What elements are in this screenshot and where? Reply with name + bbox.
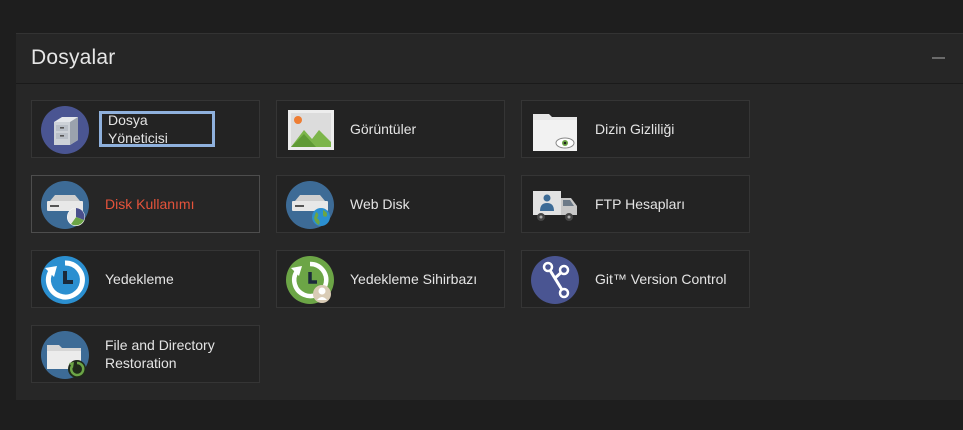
tile-ftp-accounts[interactable]: FTP Hesapları (521, 175, 750, 233)
tile-label: FTP Hesapları (595, 196, 685, 212)
tile-file-manager[interactable]: Dosya Yöneticisi (31, 100, 260, 158)
disk-usage-icon (41, 181, 89, 229)
tile-label: Yedekleme Sihirbazı (350, 271, 478, 287)
tile-directory-privacy[interactable]: Dizin Gizliliği (521, 100, 750, 158)
tile-label: File and Directory Restoration (105, 337, 215, 371)
tile-file-directory-restoration[interactable]: File and Directory Restoration (31, 325, 260, 383)
images-icon (286, 106, 334, 154)
tile-backup-wizard[interactable]: Yedekleme Sihirbazı (276, 250, 505, 308)
tile-label: Dizin Gizliliği (595, 121, 675, 137)
backup-icon (41, 256, 89, 304)
tile-label: Dosya Yöneticisi (99, 111, 215, 147)
tile-label: Yedekleme (105, 271, 174, 287)
tile-images[interactable]: Görüntüler (276, 100, 505, 158)
directory-privacy-icon (531, 106, 579, 154)
restore-icon (41, 331, 89, 379)
ftp-accounts-icon (531, 181, 579, 229)
backup-wizard-icon (286, 256, 334, 304)
tile-disk-usage[interactable]: Disk Kullanımı (31, 175, 260, 233)
tile-label: Web Disk (350, 196, 410, 212)
section-header: Dosyalar (16, 34, 963, 84)
tile-label: Disk Kullanımı (105, 196, 195, 212)
tile-web-disk[interactable]: Web Disk (276, 175, 505, 233)
git-icon (531, 256, 579, 304)
tile-label: Git™ Version Control (595, 271, 727, 287)
tile-git-version-control[interactable]: Git™ Version Control (521, 250, 750, 308)
tile-backup[interactable]: Yedekleme (31, 250, 260, 308)
web-disk-icon (286, 181, 334, 229)
file-manager-icon (41, 106, 89, 154)
section-title: Dosyalar (31, 46, 116, 69)
files-section: Dosyalar Dosya Yöneticisi Görüntüler Diz… (16, 33, 963, 400)
collapse-button[interactable] (932, 57, 945, 59)
tile-label: Görüntüler (350, 121, 417, 137)
